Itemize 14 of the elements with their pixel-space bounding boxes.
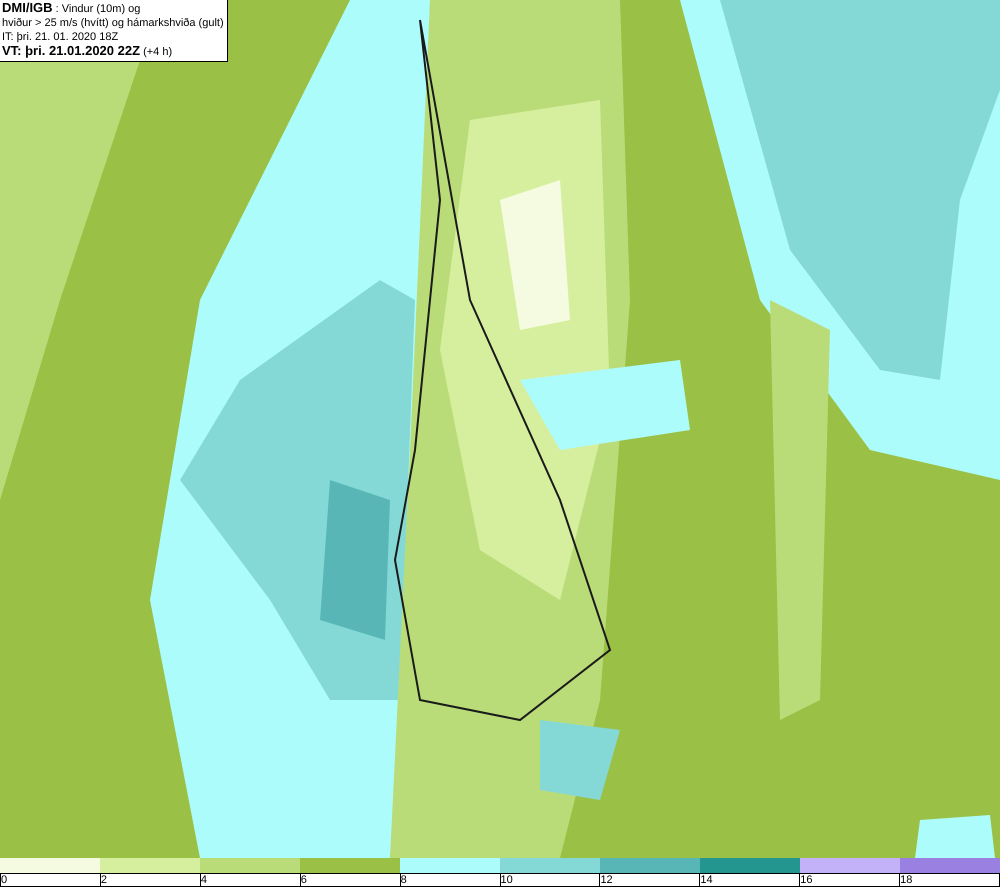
scale-label: 12 xyxy=(600,874,613,886)
title-text: VT: þri. 21.01.2020 22Z (+4 h) xyxy=(2,44,174,59)
title-text: IT: þri. 21. 01. 2020 18Z xyxy=(2,30,120,44)
scale-label: 10 xyxy=(500,874,513,886)
scale-label: 6 xyxy=(300,874,307,886)
scale-label: 4 xyxy=(200,874,207,886)
title-text: DMI/IGB : Vindur (10m) og xyxy=(2,1,142,16)
scale-label: 2 xyxy=(100,874,108,886)
scale-label: 0 xyxy=(1,874,8,886)
scale-label: 8 xyxy=(400,874,407,886)
scale-label: 14 xyxy=(700,874,713,886)
scale-label: 16 xyxy=(800,874,812,886)
scale-label: 18 xyxy=(900,874,912,886)
title-text: hviður > 25 m/s (hvítt) og hámarkshviða (gult) xyxy=(2,16,224,30)
